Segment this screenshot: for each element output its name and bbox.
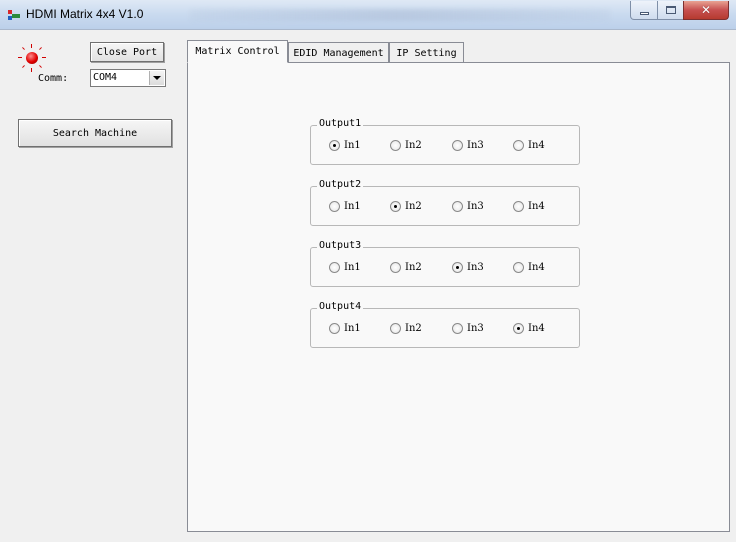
radio-label: In2 [405, 140, 422, 151]
app-icon [8, 10, 20, 20]
radio-button[interactable] [452, 140, 463, 151]
comm-port-value: COM4 [93, 72, 118, 83]
output3-in1-radio[interactable]: In1 [329, 262, 361, 273]
radio-label: In2 [405, 262, 422, 273]
output1-in4-radio[interactable]: In4 [513, 140, 545, 151]
chevron-down-icon[interactable] [149, 71, 164, 85]
output3-in4-radio[interactable]: In4 [513, 262, 545, 273]
output1-in3-radio[interactable]: In3 [452, 140, 484, 151]
output2-in3-radio[interactable]: In3 [452, 201, 484, 212]
group-title: Output4 [317, 301, 364, 312]
radio-button[interactable] [452, 323, 463, 334]
close-button[interactable]: ✕ [683, 1, 729, 20]
radio-label: In1 [344, 201, 361, 212]
radio-button[interactable] [329, 140, 340, 151]
radio-button[interactable] [513, 323, 524, 334]
radio-button[interactable] [513, 201, 524, 212]
group-title: Output1 [317, 118, 364, 129]
search-machine-button[interactable]: Search Machine [18, 119, 172, 147]
group-title: Output3 [317, 240, 364, 251]
radio-button[interactable] [329, 262, 340, 273]
close-port-button[interactable]: Close Port [90, 42, 164, 62]
output4-in3-radio[interactable]: In3 [452, 323, 484, 334]
output4-in2-radio[interactable]: In2 [390, 323, 422, 334]
output2-in1-radio[interactable]: In1 [329, 201, 361, 212]
radio-label: In3 [467, 262, 484, 273]
radio-label: In1 [344, 323, 361, 334]
radio-button[interactable] [329, 201, 340, 212]
radio-button[interactable] [513, 140, 524, 151]
radio-button[interactable] [390, 201, 401, 212]
matrix-control-panel: Output1 In1 In2 In3 In4 Output2 In1 In2 … [187, 62, 730, 532]
output3-group: Output3 In1 In2 In3 In4 [310, 240, 580, 287]
comm-port-select[interactable]: COM4 [90, 69, 166, 87]
radio-button[interactable] [390, 140, 401, 151]
radio-label: In4 [528, 262, 545, 273]
radio-label: In1 [344, 262, 361, 273]
radio-button[interactable] [452, 262, 463, 273]
radio-button[interactable] [390, 262, 401, 273]
app-window: HDMI Matrix 4x4 V1.0 ✕ Close Port Comm: [0, 0, 736, 542]
radio-label: In2 [405, 323, 422, 334]
window-title: HDMI Matrix 4x4 V1.0 [26, 7, 144, 21]
tab-matrix-control[interactable]: Matrix Control [187, 40, 288, 63]
radio-button[interactable] [329, 323, 340, 334]
close-icon: ✕ [700, 3, 712, 17]
radio-label: In4 [528, 140, 545, 151]
output4-in4-radio[interactable]: In4 [513, 323, 545, 334]
radio-label: In3 [467, 323, 484, 334]
minimize-button[interactable] [630, 1, 658, 20]
radio-label: In3 [467, 140, 484, 151]
maximize-button[interactable] [657, 1, 684, 20]
title-bar[interactable]: HDMI Matrix 4x4 V1.0 ✕ [0, 0, 736, 30]
tab-edid-management[interactable]: EDID Management [288, 42, 389, 63]
output2-in4-radio[interactable]: In4 [513, 201, 545, 212]
output1-group: Output1 In1 In2 In3 In4 [310, 118, 580, 165]
output1-in1-radio[interactable]: In1 [329, 140, 361, 151]
radio-button[interactable] [390, 323, 401, 334]
output4-in1-radio[interactable]: In1 [329, 323, 361, 334]
minimize-icon [639, 11, 649, 15]
tab-ip-setting[interactable]: IP Setting [389, 42, 464, 63]
output2-in2-radio[interactable]: In2 [390, 201, 422, 212]
output3-in3-radio[interactable]: In3 [452, 262, 484, 273]
radio-button[interactable] [513, 262, 524, 273]
radio-button[interactable] [452, 201, 463, 212]
group-title: Output2 [317, 179, 364, 190]
title-blurred-text [190, 9, 610, 21]
output1-in2-radio[interactable]: In2 [390, 140, 422, 151]
radio-label: In2 [405, 201, 422, 212]
output3-in2-radio[interactable]: In2 [390, 262, 422, 273]
comm-label: Comm: [38, 73, 69, 84]
output4-group: Output4 In1 In2 In3 In4 [310, 301, 580, 348]
radio-label: In1 [344, 140, 361, 151]
maximize-icon [665, 6, 676, 14]
radio-label: In3 [467, 201, 484, 212]
radio-label: In4 [528, 323, 545, 334]
output2-group: Output2 In1 In2 In3 In4 [310, 179, 580, 226]
radio-label: In4 [528, 201, 545, 212]
